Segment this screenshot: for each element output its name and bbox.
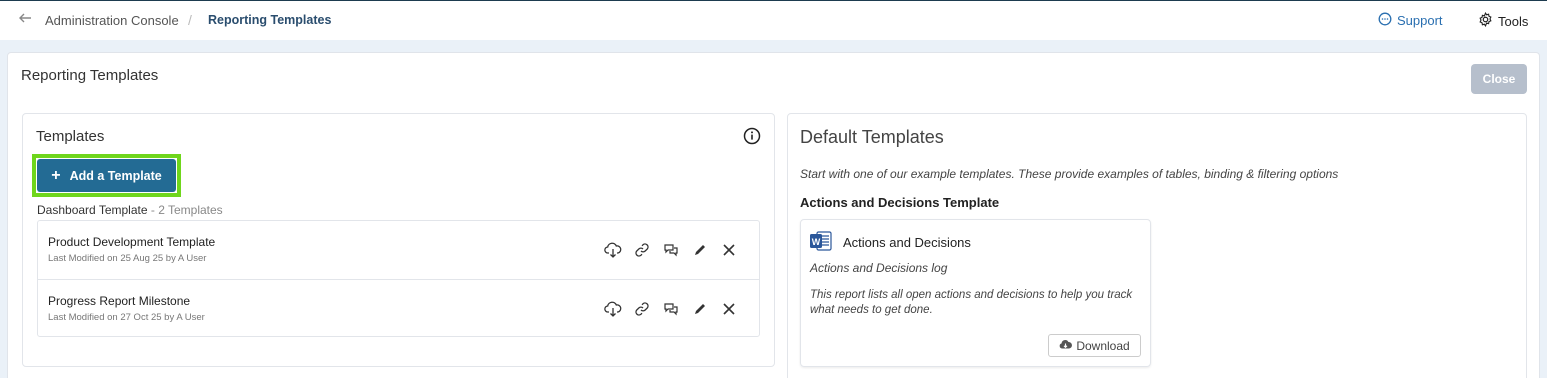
top-bar: Administration Console / Reporting Templ… (0, 0, 1547, 40)
delete-x-icon[interactable] (714, 298, 743, 320)
word-document-icon: W (810, 231, 832, 251)
add-template-highlight: + Add a Template (32, 154, 181, 197)
reporting-templates-panel: Reporting Templates Close Templates + Ad… (7, 52, 1540, 378)
download-cloud-icon[interactable] (598, 298, 627, 320)
template-group-label: Dashboard Template - 2 Templates (37, 203, 223, 217)
info-icon[interactable] (743, 127, 761, 145)
default-templates-title: Default Templates (800, 127, 944, 147)
template-name: Progress Report Milestone (48, 294, 191, 308)
template-name: Product Development Template (48, 235, 216, 249)
group-name: Dashboard Template (37, 203, 148, 217)
default-templates-description: Start with one of our example templates.… (800, 167, 1339, 181)
default-templates-card: Default Templates Start with one of our … (787, 113, 1527, 378)
page-title: Reporting Templates (21, 67, 159, 84)
svg-text:W: W (812, 237, 821, 247)
tools-menu[interactable]: Tools (1478, 11, 1529, 30)
default-template-name: Actions and Decisions (843, 235, 971, 250)
comments-icon[interactable] (656, 239, 685, 261)
breadcrumb-current: Reporting Templates (208, 13, 332, 27)
add-template-label: Add a Template (69, 168, 162, 183)
link-icon[interactable] (627, 298, 656, 320)
support-link[interactable]: Support (1378, 12, 1443, 29)
gear-icon (1478, 11, 1493, 30)
template-row[interactable]: Product Development Template Last Modifi… (38, 221, 759, 279)
delete-x-icon[interactable] (714, 239, 743, 261)
cloud-download-icon (1059, 339, 1073, 353)
breadcrumb-separator: / (188, 12, 192, 28)
download-button[interactable]: Download (1048, 334, 1141, 357)
download-label: Download (1076, 338, 1130, 353)
templates-title: Templates (36, 128, 105, 145)
template-meta: Last Modified on 25 Aug 25 by A User (48, 253, 207, 264)
template-list: Product Development Template Last Modifi… (37, 220, 760, 337)
default-template-card: W Actions and Decisions Actions and Deci… (800, 219, 1151, 367)
default-template-subtitle: Actions and Decisions log (810, 261, 948, 275)
default-template-description: This report lists all open actions and d… (810, 289, 1133, 316)
breadcrumb-parent[interactable]: Administration Console (45, 13, 179, 28)
pencil-icon[interactable] (685, 239, 714, 261)
chat-icon (1378, 12, 1392, 29)
download-cloud-icon[interactable] (598, 239, 627, 261)
plus-icon: + (51, 166, 61, 184)
back-arrow-icon[interactable] (18, 11, 34, 29)
default-section-title: Actions and Decisions Template (800, 195, 1000, 210)
row-actions (598, 239, 743, 261)
comments-icon[interactable] (656, 298, 685, 320)
add-template-button[interactable]: + Add a Template (37, 159, 176, 192)
support-label: Support (1397, 13, 1443, 28)
template-meta: Last Modified on 27 Oct 25 by A User (48, 312, 205, 323)
close-button[interactable]: Close (1471, 64, 1527, 94)
templates-card: Templates + Add a Template Dashboard Tem… (22, 113, 775, 367)
link-icon[interactable] (627, 239, 656, 261)
group-count: - 2 Templates (150, 203, 223, 217)
template-row[interactable]: Progress Report Milestone Last Modified … (38, 279, 759, 337)
tools-label: Tools (1498, 13, 1529, 29)
row-actions (598, 298, 743, 320)
pencil-icon[interactable] (685, 298, 714, 320)
